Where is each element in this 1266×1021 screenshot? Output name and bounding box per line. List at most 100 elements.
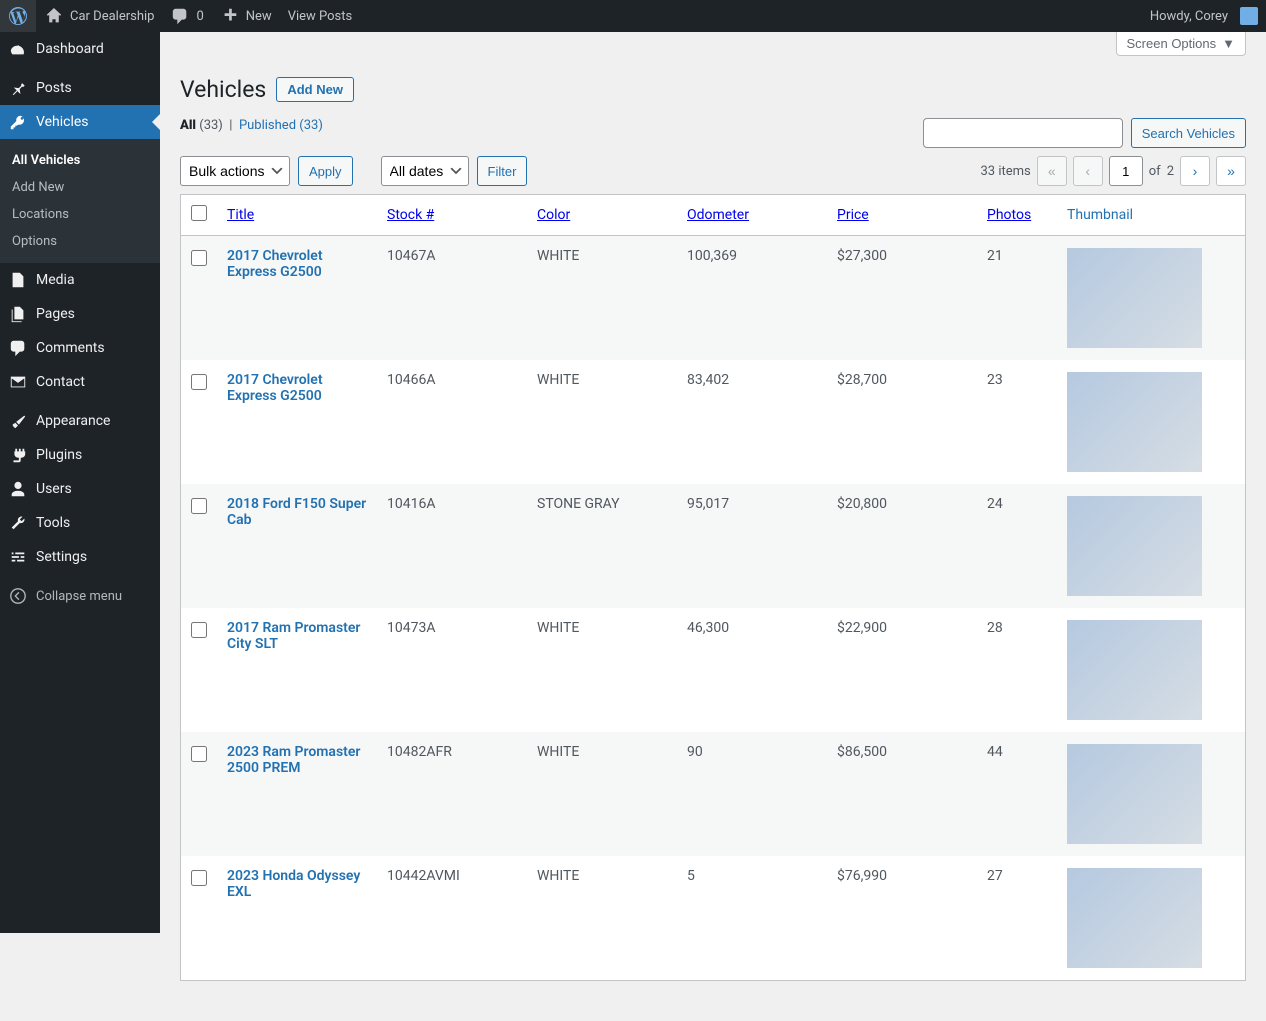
row-odometer: 46,300	[677, 608, 827, 732]
filter-published-count: (33)	[299, 118, 323, 133]
pagination-prev-button[interactable]: ‹	[1073, 156, 1103, 186]
column-header-price[interactable]: Price	[837, 207, 869, 223]
filter-all-link[interactable]: All	[180, 118, 196, 133]
row-thumbnail	[1067, 744, 1202, 844]
row-checkbox[interactable]	[191, 622, 207, 638]
bulk-actions-select[interactable]: Bulk actions	[180, 156, 290, 186]
caret-down-icon: ▼	[1222, 36, 1235, 51]
row-checkbox[interactable]	[191, 870, 207, 886]
filter-all-count: (33)	[199, 118, 223, 133]
sidebar-item-comments[interactable]: Comments	[0, 331, 160, 365]
row-color: WHITE	[527, 732, 677, 856]
sidebar-item-appearance[interactable]: Appearance	[0, 404, 160, 438]
wordpress-logo[interactable]	[0, 0, 36, 32]
collapse-label: Collapse menu	[36, 589, 122, 604]
apply-button[interactable]: Apply	[298, 156, 353, 186]
sidebar-submenu-vehicles: All Vehicles Add New Locations Options	[0, 139, 160, 263]
site-name-link[interactable]: Car Dealership	[36, 0, 162, 32]
column-header-color[interactable]: Color	[537, 207, 570, 223]
view-posts-link[interactable]: View Posts	[280, 0, 361, 32]
submenu-item-all-vehicles[interactable]: All Vehicles	[0, 147, 160, 174]
select-all-checkbox[interactable]	[191, 205, 207, 221]
column-header-stock[interactable]: Stock #	[387, 207, 434, 223]
new-label: New	[246, 9, 272, 24]
sidebar-item-dashboard[interactable]: Dashboard	[0, 32, 160, 66]
admin-bar: Car Dealership 0 New View Posts Howdy, C…	[0, 0, 1266, 32]
row-title-link[interactable]: 2018 Ford F150 Super Cab	[227, 496, 366, 528]
home-icon	[44, 6, 64, 26]
new-content-link[interactable]: New	[212, 0, 280, 32]
row-stock: 10467A	[377, 236, 527, 360]
comment-icon	[8, 338, 28, 358]
column-header-photos[interactable]: Photos	[987, 207, 1031, 223]
row-title-link[interactable]: 2017 Ram Promaster City SLT	[227, 620, 360, 652]
sidebar-item-settings[interactable]: Settings	[0, 540, 160, 574]
row-checkbox[interactable]	[191, 250, 207, 266]
column-header-title[interactable]: Title	[227, 207, 254, 223]
row-stock: 10482AFR	[377, 732, 527, 856]
screen-options-button[interactable]: Screen Options ▼	[1116, 32, 1246, 56]
sidebar-item-plugins[interactable]: Plugins	[0, 438, 160, 472]
pagination-first-button[interactable]: «	[1037, 156, 1067, 186]
submenu-item-locations[interactable]: Locations	[0, 201, 160, 228]
filter-published-link[interactable]: Published (33)	[239, 118, 323, 133]
row-title-link[interactable]: 2023 Ram Promaster 2500 PREM	[227, 744, 360, 776]
row-title-link[interactable]: 2017 Chevrolet Express G2500	[227, 248, 323, 280]
sidebar-item-label: Plugins	[36, 447, 152, 463]
table-row: 2017 Chevrolet Express G2500 10466A WHIT…	[181, 360, 1245, 484]
wrench-icon	[8, 513, 28, 533]
row-color: STONE GRAY	[527, 484, 677, 608]
row-stock: 10473A	[377, 608, 527, 732]
sidebar-item-label: Settings	[36, 549, 152, 565]
collapse-menu-button[interactable]: Collapse menu	[0, 579, 160, 613]
row-odometer: 5	[677, 856, 827, 980]
filter-button[interactable]: Filter	[477, 156, 528, 186]
pagination-last-button[interactable]: »	[1216, 156, 1246, 186]
sidebar-item-label: Media	[36, 272, 152, 288]
avatar	[1240, 7, 1258, 25]
column-header-odometer[interactable]: Odometer	[687, 207, 749, 223]
date-filter-select[interactable]: All dates	[381, 156, 469, 186]
sidebar-item-posts[interactable]: Posts	[0, 71, 160, 105]
row-photos: 27	[977, 856, 1057, 980]
submenu-item-options[interactable]: Options	[0, 228, 160, 255]
row-title-link[interactable]: 2017 Chevrolet Express G2500	[227, 372, 323, 404]
plus-icon	[220, 6, 240, 26]
row-price: $76,990	[827, 856, 977, 980]
sidebar-item-label: Dashboard	[36, 41, 152, 57]
pagination-current-input[interactable]	[1109, 156, 1143, 186]
row-checkbox[interactable]	[191, 746, 207, 762]
table-row: 2017 Chevrolet Express G2500 10467A WHIT…	[181, 236, 1245, 360]
row-price: $28,700	[827, 360, 977, 484]
row-stock: 10416A	[377, 484, 527, 608]
row-stock: 10466A	[377, 360, 527, 484]
sidebar-item-vehicles[interactable]: Vehicles	[0, 105, 160, 139]
site-name: Car Dealership	[70, 9, 154, 24]
media-icon	[8, 270, 28, 290]
row-odometer: 90	[677, 732, 827, 856]
sliders-icon	[8, 547, 28, 567]
key-icon	[8, 112, 28, 132]
search-input[interactable]	[923, 118, 1123, 148]
row-price: $27,300	[827, 236, 977, 360]
row-title-link[interactable]: 2023 Honda Odyssey EXL	[227, 868, 360, 900]
sidebar-item-media[interactable]: Media	[0, 263, 160, 297]
row-odometer: 100,369	[677, 236, 827, 360]
row-photos: 44	[977, 732, 1057, 856]
search-button[interactable]: Search Vehicles	[1131, 118, 1246, 148]
sidebar-item-tools[interactable]: Tools	[0, 506, 160, 540]
sidebar-item-pages[interactable]: Pages	[0, 297, 160, 331]
table-row: 2018 Ford F150 Super Cab 10416A STONE GR…	[181, 484, 1245, 608]
row-color: WHITE	[527, 360, 677, 484]
add-new-button[interactable]: Add New	[276, 77, 354, 102]
user-greeting[interactable]: Howdy, Corey	[1142, 0, 1266, 32]
row-odometer: 95,017	[677, 484, 827, 608]
row-checkbox[interactable]	[191, 374, 207, 390]
sidebar-item-contact[interactable]: Contact	[0, 365, 160, 399]
comments-link[interactable]: 0	[162, 0, 211, 32]
status-filter-links: All (33) | Published (33)	[180, 118, 323, 133]
row-checkbox[interactable]	[191, 498, 207, 514]
pagination-next-button[interactable]: ›	[1180, 156, 1210, 186]
sidebar-item-users[interactable]: Users	[0, 472, 160, 506]
submenu-item-add-new[interactable]: Add New	[0, 174, 160, 201]
